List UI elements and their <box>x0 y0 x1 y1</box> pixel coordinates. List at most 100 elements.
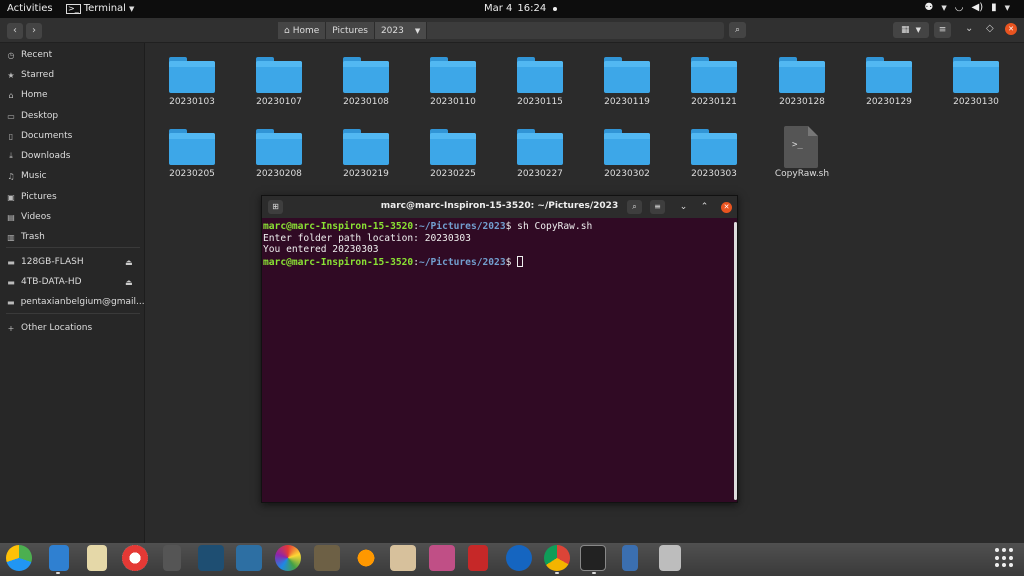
sidebar-item-starred[interactable]: ★ Starred <box>0 66 145 84</box>
blank-icon[interactable] <box>163 545 181 571</box>
sidebar-item-128gb-flash[interactable]: ▬ 128GB-FLASH ⏏ <box>0 253 145 271</box>
gimp-icon[interactable] <box>314 545 340 571</box>
folder-item[interactable]: 20230227 <box>500 123 580 187</box>
terminal-small-icon: >_ <box>66 3 81 14</box>
disk-icon[interactable] <box>87 545 107 571</box>
folder-item[interactable]: 20230219 <box>326 123 406 187</box>
folder-item[interactable]: 20230130 <box>936 51 1016 115</box>
folder-item[interactable]: 20230128 <box>762 51 842 115</box>
folder-icon <box>517 133 563 165</box>
folder-item[interactable]: 20230225 <box>413 123 493 187</box>
breadcrumb-2023[interactable]: 2023 ▼ <box>374 22 428 39</box>
terminal-icon[interactable] <box>580 545 606 571</box>
folder-item[interactable]: 20230121 <box>674 51 754 115</box>
terminal-close-button[interactable]: ✕ <box>721 202 732 213</box>
eject-icon[interactable]: ⏏ <box>125 258 133 267</box>
folder-icon <box>866 61 912 93</box>
terminal-scrollbar[interactable] <box>734 222 737 500</box>
folder-icon <box>430 61 476 93</box>
sidebar-item-4tb-data-hd[interactable]: ▬ 4TB-DATA-HD ⏏ <box>0 273 145 291</box>
files-icon[interactable] <box>6 545 32 571</box>
sidebar-item-pictures[interactable]: ▣ Pictures <box>0 188 145 206</box>
terminal-search-button[interactable]: ⌕ <box>627 200 642 214</box>
chevron-down-icon: ▼ <box>915 26 921 34</box>
breadcrumb-label: Home <box>292 25 320 36</box>
folder-name: 20230110 <box>430 97 476 107</box>
archive-icon[interactable] <box>468 545 488 571</box>
app-menu-label: Terminal <box>83 3 126 14</box>
minimize-icon[interactable]: ⌄ <box>676 200 691 214</box>
folder-icon <box>256 133 302 165</box>
drive-icon[interactable] <box>659 545 681 571</box>
accessibility-icon[interactable]: ⚉ <box>924 2 933 13</box>
photos-icon[interactable] <box>390 545 416 571</box>
folder-item[interactable]: 20230129 <box>849 51 929 115</box>
menu-button[interactable]: ≡ <box>934 22 951 38</box>
folder-name: 20230115 <box>517 97 563 107</box>
close-icon: ✕ <box>723 203 730 211</box>
folder-item[interactable]: 20230119 <box>587 51 667 115</box>
folder-item[interactable]: 20230107 <box>239 51 319 115</box>
maximize-icon[interactable]: ◇ <box>986 23 994 34</box>
book-icon[interactable] <box>198 545 224 571</box>
folder-item[interactable]: 20230208 <box>239 123 319 187</box>
command-text: sh CopyRaw.sh <box>511 221 593 232</box>
breadcrumb-pictures[interactable]: Pictures <box>326 22 375 39</box>
folder-name: 20230303 <box>691 169 737 179</box>
thunderbird-icon[interactable] <box>506 545 532 571</box>
terminal-header[interactable]: ⊞ marc@marc-Inspiron-15-3520: ~/Pictures… <box>262 196 737 218</box>
screenshot-icon[interactable] <box>429 545 455 571</box>
maximize-icon[interactable]: ⌃ <box>697 200 712 214</box>
file-manager-header: ‹ › ⌂ Home Pictures 2023 ▼ ⌕ ▦ ▼ ≡ ⌄ ◇ ✕ <box>0 18 1024 43</box>
folder-icon <box>691 61 737 93</box>
minimize-icon[interactable]: ⌄ <box>965 23 973 34</box>
star-icon: ★ <box>7 70 15 80</box>
sidebar-item-home[interactable]: ⌂ Home <box>0 86 145 104</box>
notes-icon[interactable] <box>49 545 69 571</box>
system-tray[interactable]: ⚉ ▼ ◡ ◀) ▮ ▼ <box>924 2 1010 13</box>
eject-icon[interactable]: ⏏ <box>125 278 133 287</box>
file-name: CopyRaw.sh <box>774 169 830 179</box>
terminal-window[interactable]: ⊞ marc@marc-Inspiron-15-3520: ~/Pictures… <box>261 195 738 503</box>
folder-name: 20230103 <box>169 97 215 107</box>
forward-button[interactable]: › <box>26 23 42 39</box>
activities-button[interactable]: Activities <box>7 3 53 14</box>
view-toggle-button[interactable]: ▦ ▼ <box>893 22 929 38</box>
script-file-item[interactable]: >_ CopyRaw.sh <box>762 123 842 187</box>
linux-icon[interactable] <box>236 545 262 571</box>
text-cursor <box>517 255 524 267</box>
sidebar-item-other-locations[interactable]: + Other Locations <box>0 319 145 337</box>
lifebuoy-icon[interactable] <box>122 545 148 571</box>
color-wheel-icon[interactable] <box>275 545 301 571</box>
close-button[interactable]: ✕ <box>1005 23 1017 35</box>
search-button[interactable]: ⌕ <box>729 22 746 38</box>
sound-icon[interactable] <box>353 545 379 571</box>
folder-item[interactable]: 20230103 <box>152 51 232 115</box>
back-button[interactable]: ‹ <box>7 23 23 39</box>
chrome-icon[interactable] <box>544 545 570 571</box>
folder-item[interactable]: 20230115 <box>500 51 580 115</box>
sidebar-item-downloads[interactable]: ⤓ Downloads <box>0 147 145 165</box>
folder-item[interactable]: 20230303 <box>674 123 754 187</box>
usb-icon[interactable] <box>622 545 638 571</box>
folder-item[interactable]: 20230302 <box>587 123 667 187</box>
terminal-menu-button[interactable]: ≡ <box>650 200 665 214</box>
folder-item[interactable]: 20230108 <box>326 51 406 115</box>
app-menu[interactable]: >_ Terminal ▼ <box>66 3 134 14</box>
battery-icon: ▮ <box>991 2 997 13</box>
app-grid-icon[interactable] <box>995 548 1015 568</box>
breadcrumb-home[interactable]: ⌂ Home <box>278 22 327 39</box>
sidebar-item-videos[interactable]: ▤ Videos <box>0 208 145 226</box>
terminal-output[interactable]: marc@marc-Inspiron-15-3520:~/Pictures/20… <box>262 218 737 502</box>
folder-item[interactable]: 20230205 <box>152 123 232 187</box>
sidebar-item-recent[interactable]: ◷ Recent <box>0 46 145 64</box>
sidebar-item-online-account[interactable]: ▬ pentaxianbelgium@gmail.... <box>0 293 147 311</box>
prompt-user: marc@marc-Inspiron-15-3520 <box>263 256 414 268</box>
sidebar-item-music[interactable]: ♫ Music <box>0 167 145 185</box>
folder-item[interactable]: 20230110 <box>413 51 493 115</box>
sidebar-item-desktop[interactable]: ▭ Desktop <box>0 107 145 125</box>
sidebar-item-trash[interactable]: ▥ Trash <box>0 228 145 246</box>
clock[interactable]: Mar 4 16:24 <box>484 3 558 14</box>
sidebar-item-documents[interactable]: ▯ Documents <box>0 127 145 145</box>
folder-icon <box>343 61 389 93</box>
